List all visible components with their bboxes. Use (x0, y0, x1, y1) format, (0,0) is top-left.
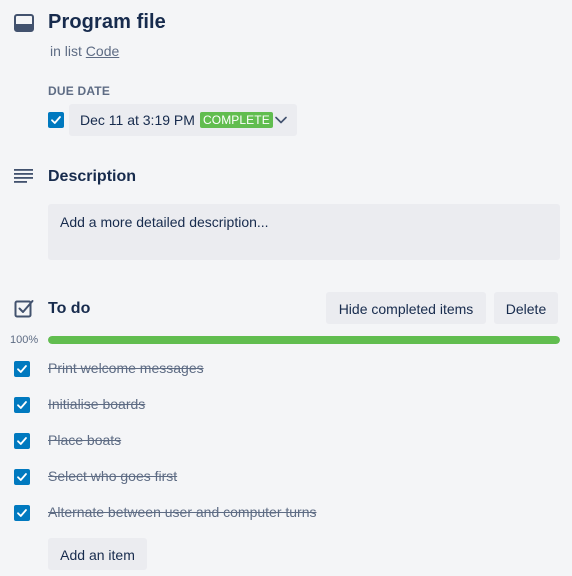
progress-percent: 100% (10, 334, 39, 346)
item-checkbox[interactable] (14, 469, 30, 485)
checklist-item[interactable]: Print welcome messages (0, 350, 572, 386)
complete-badge: COMPLETE (200, 112, 273, 128)
item-checkbox[interactable] (14, 433, 30, 449)
item-label[interactable]: Initialise boards (48, 396, 145, 412)
checklist-title[interactable]: To do (48, 300, 90, 318)
item-checkbox[interactable] (14, 397, 30, 413)
description-editor[interactable]: Add a more detailed description... (48, 204, 560, 260)
card-icon (14, 14, 34, 32)
due-date-label: DUE DATE (48, 84, 111, 98)
check-icon (17, 365, 27, 373)
add-item-button[interactable]: Add an item (48, 538, 147, 570)
description-icon (14, 168, 34, 189)
chevron-down-icon (275, 116, 287, 124)
checklist-item[interactable]: Initialise boards (0, 386, 572, 422)
item-label[interactable]: Alternate between user and computer turn… (48, 504, 317, 520)
item-checkbox[interactable] (14, 505, 30, 521)
item-label[interactable]: Select who goes first (48, 468, 177, 484)
delete-checklist-button[interactable]: Delete (494, 292, 558, 324)
item-label[interactable]: Print welcome messages (48, 360, 204, 376)
card-title[interactable]: Program file (48, 11, 166, 34)
list-link[interactable]: Code (86, 43, 119, 59)
check-icon (17, 401, 27, 409)
in-list-prefix: in list (50, 43, 82, 59)
due-date-button[interactable]: Dec 11 at 3:19 PM COMPLETE (69, 104, 297, 136)
check-icon (51, 116, 61, 124)
check-icon (17, 509, 27, 517)
progress-bar-fill (48, 336, 560, 344)
description-heading: Description (48, 168, 137, 185)
checklist-item[interactable]: Alternate between user and computer turn… (0, 494, 572, 530)
item-label[interactable]: Place boats (48, 432, 121, 448)
due-date-value: Dec 11 at 3:19 PM (80, 112, 195, 128)
hide-completed-button[interactable]: Hide completed items (326, 292, 486, 324)
checklist-items: Print welcome messages Initialise boards P… (0, 350, 572, 530)
due-date-checkbox[interactable] (48, 112, 64, 128)
checklist-item[interactable]: Select who goes first (0, 458, 572, 494)
progress-bar (48, 336, 560, 344)
checklist-item[interactable]: Place boats (0, 422, 572, 458)
check-icon (17, 473, 27, 481)
item-checkbox[interactable] (14, 361, 30, 377)
check-icon (17, 437, 27, 445)
checklist-icon (14, 298, 34, 323)
list-breadcrumb: in list Code (50, 43, 119, 59)
